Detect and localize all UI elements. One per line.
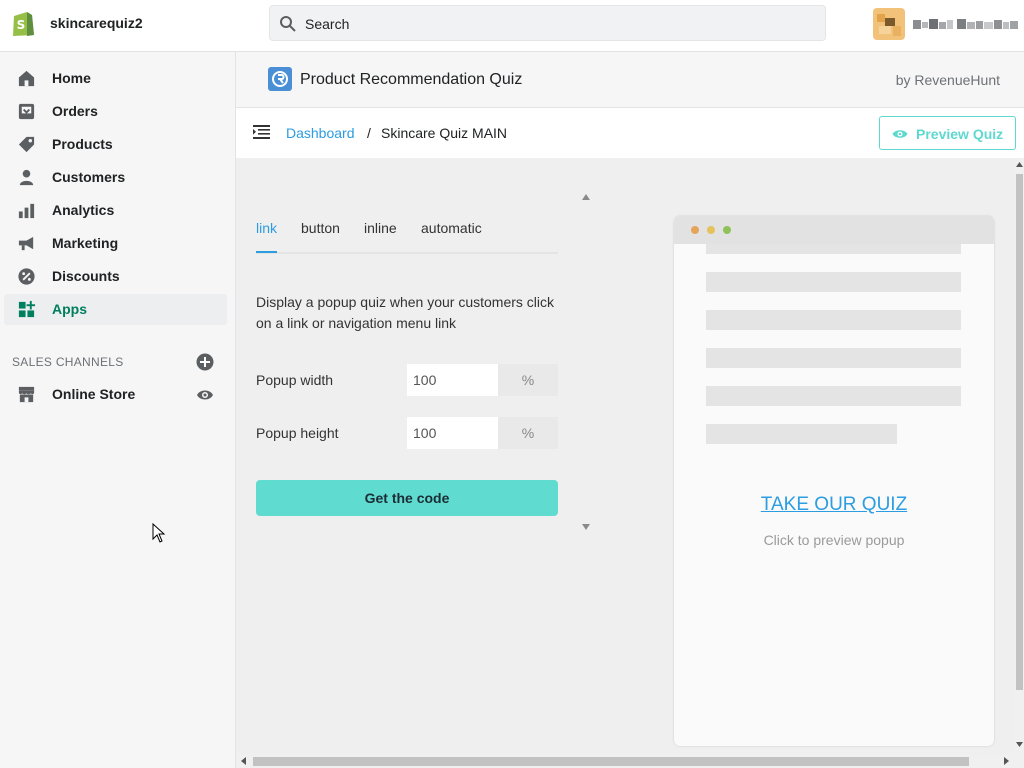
- tab-automatic[interactable]: automatic: [421, 220, 482, 252]
- sidebar-item-label: Home: [52, 70, 91, 86]
- home-icon: [18, 70, 35, 87]
- eye-icon: [892, 130, 908, 138]
- person-icon: [19, 169, 34, 186]
- sidebar-item-label: Marketing: [52, 235, 119, 251]
- popup-width-input[interactable]: [407, 364, 498, 396]
- take-quiz-link[interactable]: TAKE OUR QUIZ: [674, 494, 994, 516]
- app-header: Product Recommendation Quiz by RevenueHu…: [236, 52, 1024, 108]
- scroll-up-arrow-icon[interactable]: [582, 194, 590, 200]
- search-bar[interactable]: Search: [269, 5, 826, 41]
- window-dot-icon: [723, 226, 731, 234]
- top-bar: S skincarequiz2 Search: [0, 0, 1024, 52]
- popup-width-label: Popup width: [256, 372, 334, 388]
- search-icon: [280, 16, 296, 32]
- add-channel-icon[interactable]: [196, 353, 214, 371]
- bar-chart-icon: [18, 203, 35, 219]
- discount-icon: [18, 268, 35, 285]
- sidebar-item-products[interactable]: Products: [4, 129, 227, 160]
- scroll-down-arrow-icon[interactable]: [1016, 742, 1023, 747]
- window-dot-icon: [707, 226, 715, 234]
- scroll-right-arrow-icon[interactable]: [1004, 757, 1009, 765]
- shopify-logo-icon[interactable]: S: [10, 9, 36, 37]
- shop-name[interactable]: skincarequiz2: [50, 15, 143, 31]
- embed-description: Display a popup quiz when your customers…: [256, 294, 555, 331]
- popup-width-unit: %: [498, 364, 558, 396]
- sidebar-item-home[interactable]: Home: [4, 63, 227, 94]
- sidebar-item-apps[interactable]: Apps: [4, 294, 227, 325]
- scroll-up-arrow-icon[interactable]: [1016, 162, 1023, 167]
- scroll-left-arrow-icon[interactable]: [241, 757, 246, 765]
- svg-text:S: S: [17, 18, 26, 32]
- breadcrumb-toolbar: Dashboard / Skincare Quiz MAIN Preview Q…: [236, 108, 1024, 158]
- app-title: Product Recommendation Quiz: [300, 71, 523, 88]
- sales-channels-heading: SALES CHANNELS: [12, 355, 124, 369]
- embed-settings-panel: link button inline automatic Display a p…: [256, 198, 558, 528]
- embed-type-tabs: link button inline automatic: [256, 218, 558, 254]
- orders-icon: [18, 103, 35, 120]
- window-dot-icon: [691, 226, 699, 234]
- active-tab-indicator: [256, 251, 277, 253]
- revenuehunt-logo-icon: [268, 67, 292, 91]
- sidebar-item-orders[interactable]: Orders: [4, 96, 227, 127]
- placeholder-line: [706, 244, 961, 254]
- placeholder-line: [706, 272, 961, 292]
- placeholder-line: [706, 310, 961, 330]
- placeholder-line: [706, 424, 897, 444]
- eye-icon[interactable]: [196, 387, 214, 403]
- search-placeholder: Search: [305, 16, 350, 32]
- get-code-button[interactable]: Get the code: [256, 480, 558, 516]
- sidebar-item-customers[interactable]: Customers: [4, 162, 227, 193]
- preview-quiz-button[interactable]: Preview Quiz: [879, 116, 1016, 150]
- store-icon: [18, 386, 35, 403]
- breadcrumb-dashboard-link[interactable]: Dashboard: [286, 125, 355, 141]
- popup-height-input[interactable]: [407, 417, 498, 449]
- sidebar-item-label: Apps: [52, 301, 87, 317]
- avatar: [873, 8, 905, 40]
- sidebar-item-label: Analytics: [52, 202, 115, 218]
- popup-height-label: Popup height: [256, 425, 339, 441]
- menu-toggle-icon[interactable]: [253, 124, 270, 140]
- vertical-scroll-thumb[interactable]: [1016, 174, 1023, 690]
- user-menu[interactable]: [873, 8, 1021, 40]
- sidebar-item-label: Discounts: [52, 268, 120, 284]
- user-name-blurred: [913, 19, 1018, 29]
- preview-hint: Click to preview popup: [763, 532, 905, 548]
- breadcrumb-current: Skincare Quiz MAIN: [381, 125, 508, 141]
- sidebar-item-analytics[interactable]: Analytics: [4, 195, 227, 226]
- placeholder-line: [706, 386, 961, 406]
- sidebar-item-label: Products: [52, 136, 113, 152]
- horizontal-scroll-thumb[interactable]: [253, 757, 969, 766]
- horizontal-scrollbar[interactable]: [236, 754, 1024, 768]
- preview-quiz-label: Preview Quiz: [916, 126, 1004, 142]
- sidebar-item-discounts[interactable]: Discounts: [4, 261, 227, 292]
- tab-button[interactable]: button: [301, 220, 340, 252]
- sidebar: Home Orders Products Customers Analytics…: [0, 52, 236, 768]
- preview-browser-mockup: TAKE OUR QUIZ Click to preview popup: [674, 216, 994, 746]
- popup-height-unit: %: [498, 417, 558, 449]
- tag-icon: [18, 136, 35, 153]
- placeholder-line: [706, 348, 961, 368]
- breadcrumb-separator: /: [367, 125, 371, 141]
- content-area: link button inline automatic Display a p…: [236, 158, 1014, 754]
- browser-title-bar: [674, 216, 994, 244]
- sidebar-item-label: Online Store: [52, 386, 136, 402]
- megaphone-icon: [18, 236, 34, 251]
- app-vendor: by RevenueHunt: [895, 72, 1000, 88]
- sidebar-item-label: Customers: [52, 169, 126, 185]
- mouse-cursor-icon: [152, 523, 166, 543]
- tab-link[interactable]: link: [256, 220, 277, 252]
- sidebar-item-online-store[interactable]: Online Store: [4, 379, 227, 410]
- vertical-scrollbar[interactable]: [1014, 158, 1024, 754]
- tab-inline[interactable]: inline: [364, 220, 397, 252]
- sidebar-item-marketing[interactable]: Marketing: [4, 228, 227, 259]
- sidebar-item-label: Orders: [52, 103, 98, 119]
- scroll-down-arrow-icon[interactable]: [582, 524, 590, 530]
- apps-icon: [18, 300, 36, 318]
